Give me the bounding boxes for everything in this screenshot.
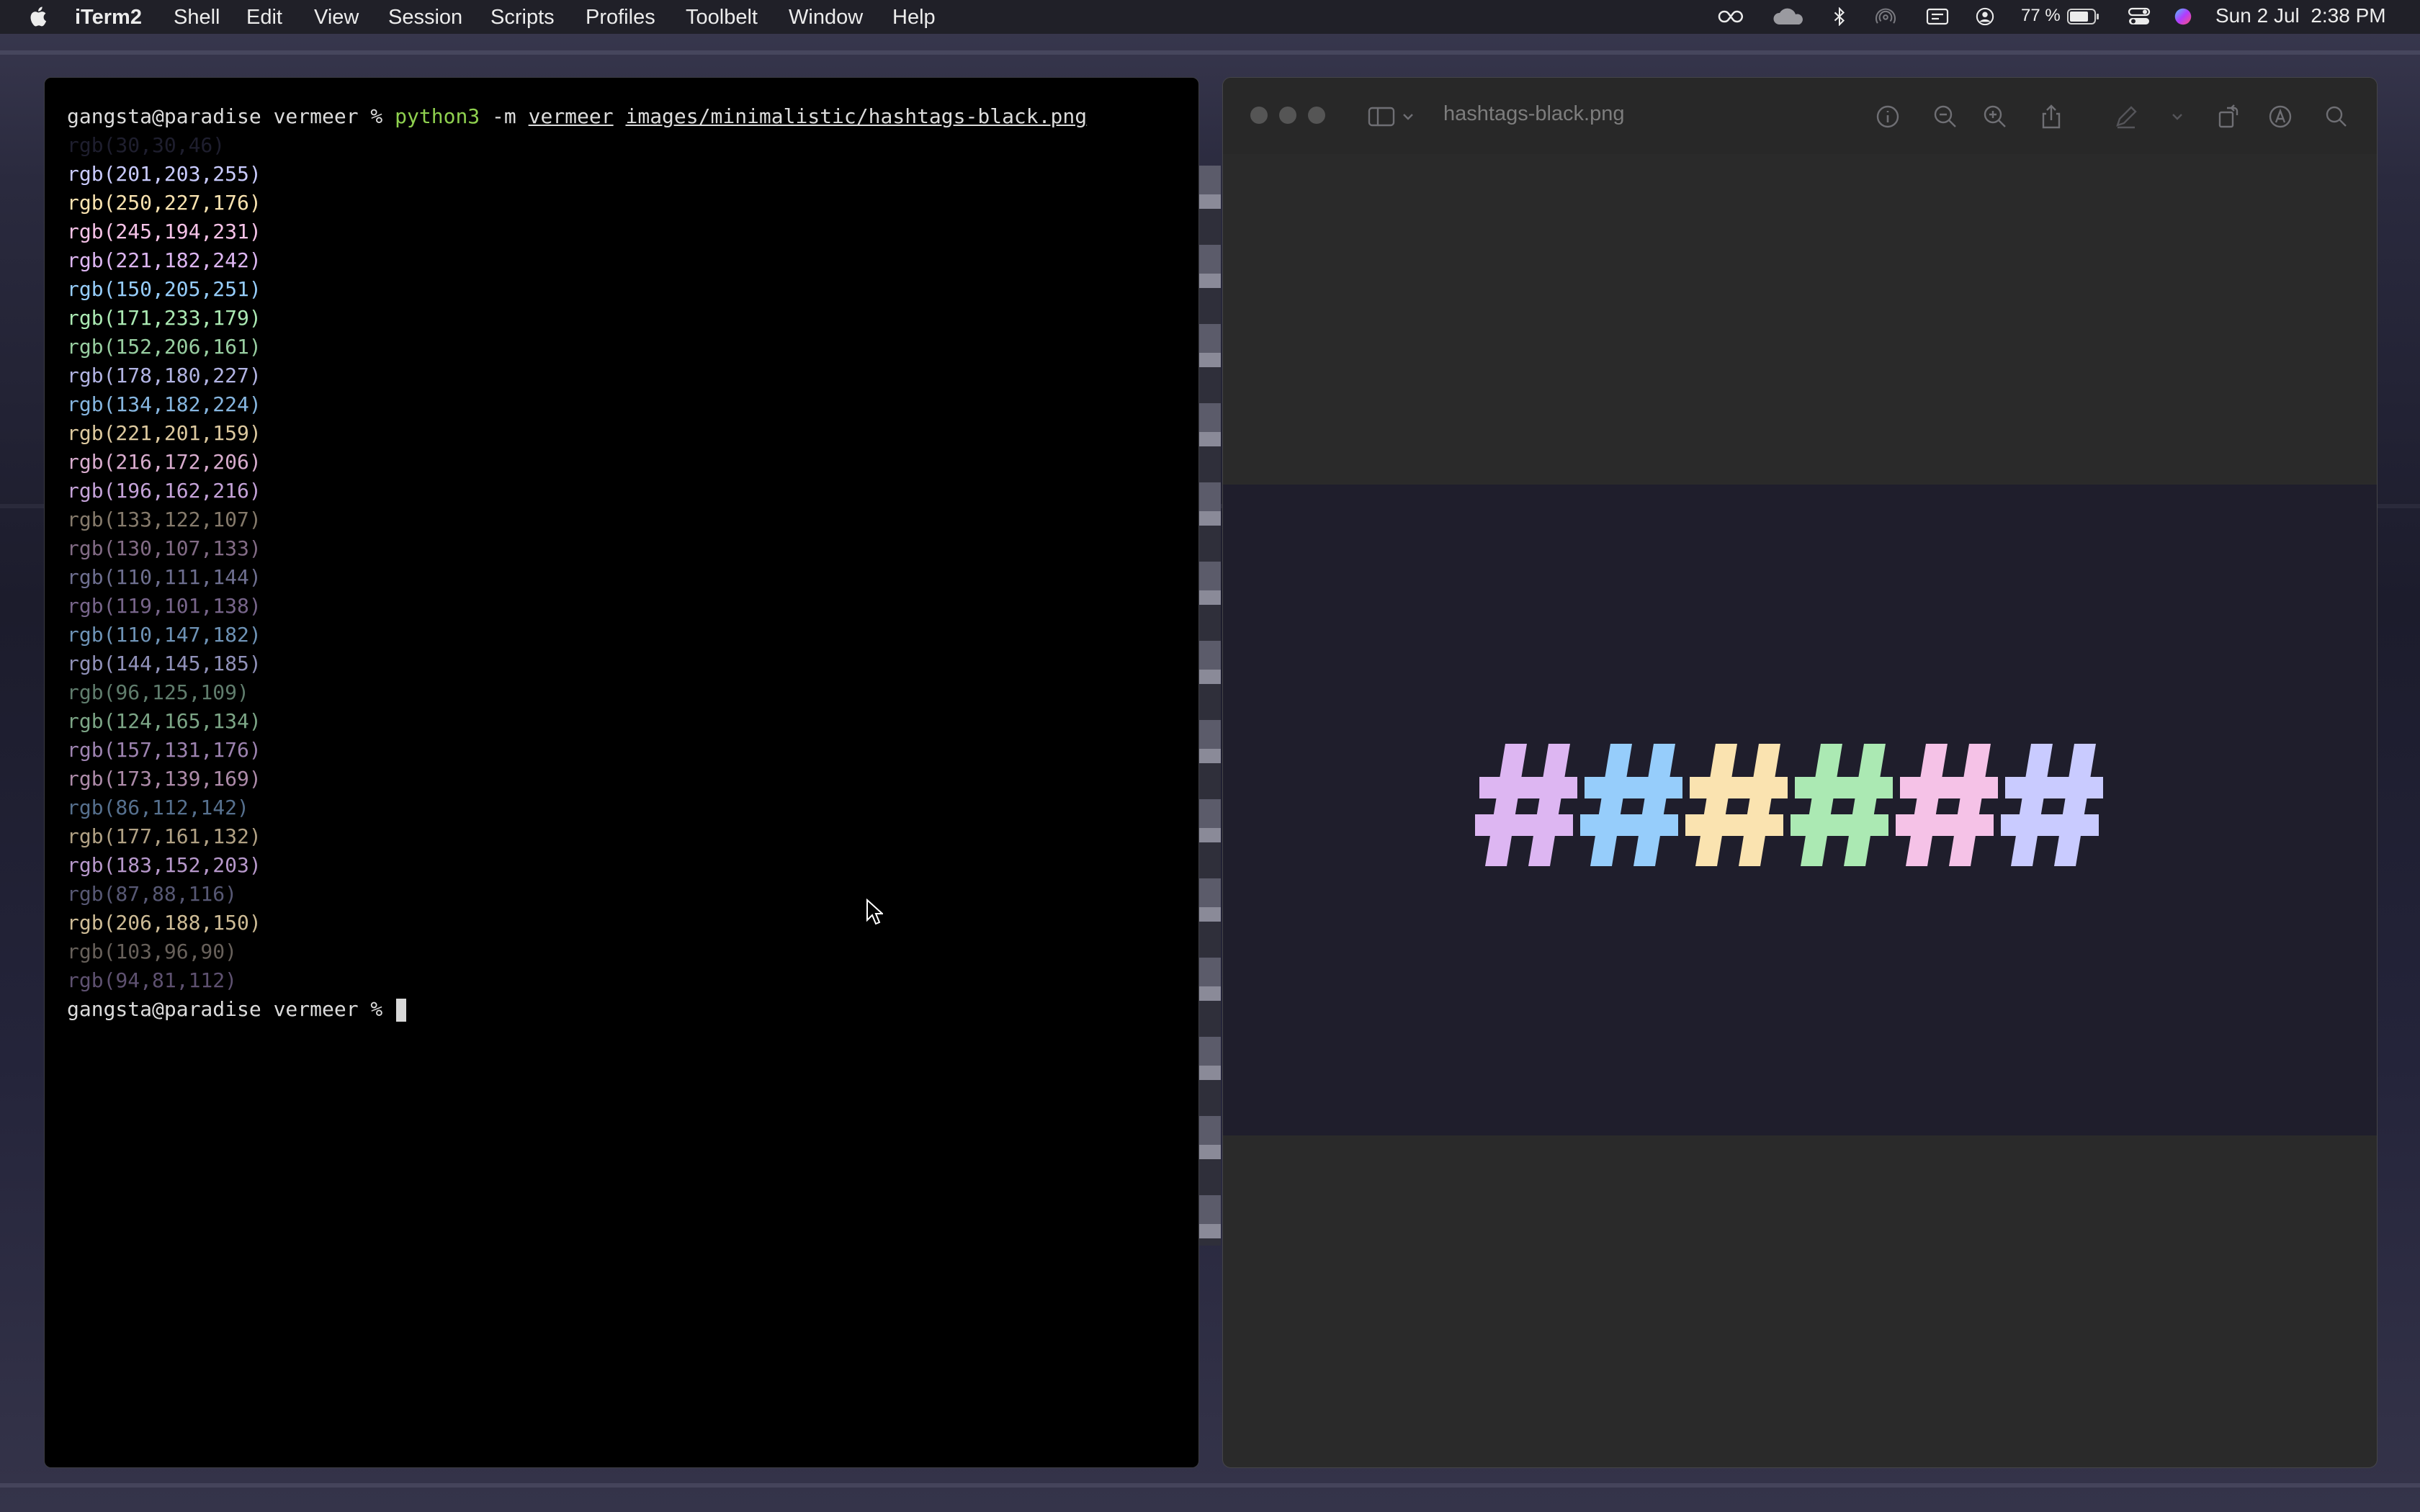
zoom-in-icon[interactable]: [1982, 104, 2008, 130]
apple-logo-icon[interactable]: [27, 5, 48, 28]
output-line: rgb(124,165,134): [67, 709, 261, 733]
hashtag-icon: [2001, 744, 2103, 866]
preview-toolbar: hashtags-black.png: [1223, 78, 2377, 154]
info-icon[interactable]: [1875, 104, 1901, 130]
command-program: python3: [395, 104, 480, 128]
output-line: rgb(206,188,150): [67, 911, 261, 935]
menu-session[interactable]: Session: [388, 6, 462, 30]
output-line: rgb(178,180,227): [67, 364, 261, 387]
text-cursor: [396, 999, 407, 1022]
terminal-prompt: gangsta@paradise vermeer %: [67, 104, 395, 128]
menu-toolbelt[interactable]: Toolbelt: [686, 6, 758, 30]
command-module: vermeer: [528, 104, 614, 128]
output-line: rgb(87,88,116): [67, 882, 238, 906]
mouse-pointer-icon: [866, 899, 883, 925]
output-line: rgb(216,172,206): [67, 450, 261, 474]
close-button[interactable]: [1250, 107, 1268, 124]
output-line: rgb(171,233,179): [67, 306, 261, 330]
zoom-button[interactable]: [1308, 107, 1325, 124]
input-menu-icon[interactable]: [1926, 7, 1949, 26]
command-path[interactable]: images/minimalistic/hashtags-black.png: [625, 104, 1087, 128]
output-line: rgb(130,107,133): [67, 536, 261, 560]
output-line: rgb(245,194,231): [67, 220, 261, 243]
user-icon[interactable]: [1975, 7, 1995, 26]
clock-date: Sun 2 Jul: [2215, 4, 2300, 27]
output-line: rgb(177,161,132): [67, 824, 261, 848]
rotate-icon[interactable]: [2215, 104, 2241, 130]
output-line: rgb(86,112,142): [67, 796, 249, 819]
hashtag-row: [1475, 744, 2106, 866]
menu-scripts[interactable]: Scripts: [490, 6, 555, 30]
hashtag-icon: [1685, 744, 1788, 866]
menu-bar: iTerm2 Shell Edit View Session Scripts P…: [0, 0, 2420, 34]
menu-clock[interactable]: Sun 2 Jul 2:38 PM: [2215, 4, 2386, 27]
menu-profiles[interactable]: Profiles: [586, 6, 655, 30]
output-line: rgb(250,227,176): [67, 191, 261, 215]
chevron-down-icon[interactable]: [1402, 104, 1415, 130]
window-gap-wallpaper: [1199, 166, 1221, 1246]
battery-percentage: 77 %: [2021, 6, 2061, 25]
zoom-out-icon[interactable]: [1932, 104, 1958, 130]
output-line: rgb(96,125,109): [67, 680, 249, 704]
markup-icon[interactable]: [2113, 104, 2139, 130]
output-line: rgb(173,139,169): [67, 767, 261, 791]
output-line: rgb(110,147,182): [67, 623, 261, 647]
output-line: rgb(201,203,255): [67, 162, 261, 186]
chevron-down-icon[interactable]: [2171, 104, 2184, 130]
output-line: rgb(119,101,138): [67, 594, 261, 618]
battery-icon[interactable]: [2067, 7, 2100, 26]
prompt-line[interactable]: gangsta@paradise vermeer %: [67, 995, 1087, 1024]
hashtag-icon: [1896, 744, 1998, 866]
output-line: rgb(157,131,176): [67, 738, 261, 762]
menu-help[interactable]: Help: [892, 6, 936, 30]
output-line: rgb(94,81,112): [67, 968, 238, 992]
hashtag-icon: [1580, 744, 1682, 866]
menu-window[interactable]: Window: [789, 6, 863, 30]
output-line: rgb(221,201,159): [67, 421, 261, 445]
output-line: rgb(196,162,216): [67, 479, 261, 503]
output-line: rgb(103,96,90): [67, 940, 238, 963]
output-line: rgb(134,182,224): [67, 392, 261, 416]
terminal-output: gangsta@paradise vermeer % python3 -m ve…: [67, 102, 1087, 1024]
preview-image: [1223, 485, 2377, 1135]
bluetooth-icon[interactable]: [1832, 7, 1847, 26]
terminal-window[interactable]: gangsta@paradise vermeer % python3 -m ve…: [44, 77, 1199, 1468]
output-line: rgb(183,152,203): [67, 853, 261, 877]
command-line: gangsta@paradise vermeer % python3 -m ve…: [67, 102, 1087, 131]
output-line: rgb(150,205,251): [67, 277, 261, 301]
share-icon[interactable]: [2038, 104, 2064, 130]
siri-icon[interactable]: [2172, 7, 2194, 26]
document-title: hashtags-black.png: [1443, 102, 1625, 125]
cloud-icon[interactable]: [1772, 7, 1806, 26]
menu-view[interactable]: View: [314, 6, 359, 30]
control-center-icon[interactable]: [2128, 7, 2151, 26]
minimize-button[interactable]: [1279, 107, 1296, 124]
sidebar-icon[interactable]: [1367, 104, 1396, 130]
output-line: rgb(144,145,185): [67, 652, 261, 675]
preview-window[interactable]: hashtags-black.png: [1222, 77, 2378, 1468]
creative-cloud-icon[interactable]: [1716, 7, 1747, 26]
output-line: rgb(221,182,242): [67, 248, 261, 272]
annotate-icon[interactable]: [2267, 104, 2293, 130]
menu-shell[interactable]: Shell: [174, 6, 220, 30]
hashtag-icon: [1475, 744, 1577, 866]
clock-time: 2:38 PM: [2311, 4, 2386, 27]
terminal-prompt: gangsta@paradise vermeer %: [67, 997, 395, 1021]
menu-edit[interactable]: Edit: [246, 6, 282, 30]
command-flag: -m: [492, 104, 516, 128]
output-line: rgb(152,206,161): [67, 335, 261, 359]
menu-app-name[interactable]: iTerm2: [75, 6, 142, 30]
output-line: rgb(30,30,46): [67, 133, 225, 157]
output-line: rgb(133,122,107): [67, 508, 261, 531]
output-line: rgb(110,111,144): [67, 565, 261, 589]
airdrop-icon[interactable]: [1873, 7, 1899, 26]
search-icon[interactable]: [2323, 104, 2349, 130]
hashtag-icon: [1791, 744, 1893, 866]
